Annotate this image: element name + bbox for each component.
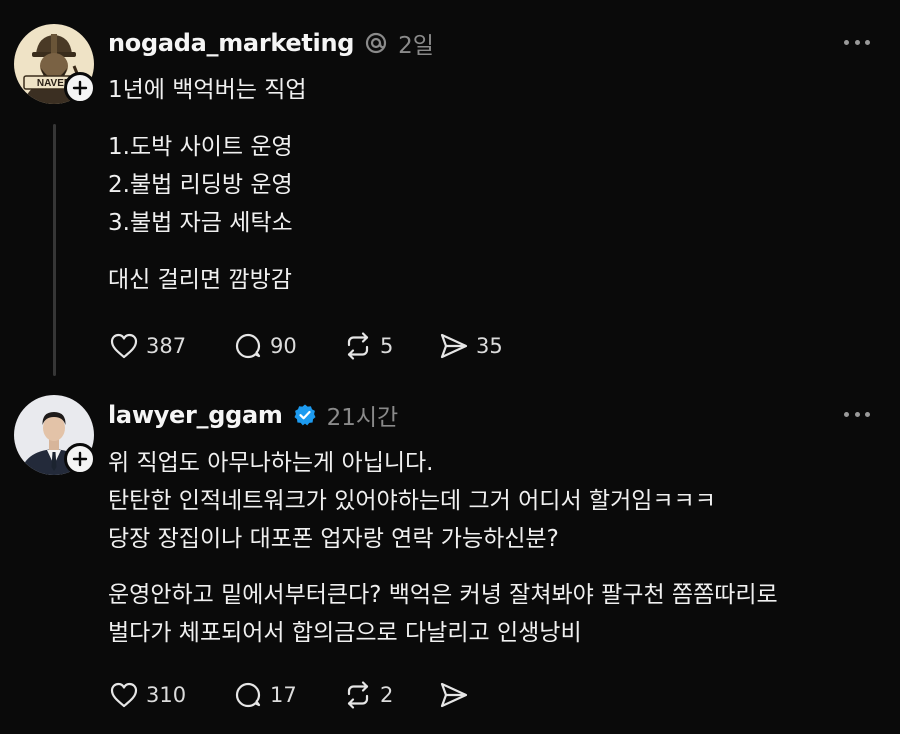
author-avatar-wrap[interactable] xyxy=(14,395,96,475)
like-count: 387 xyxy=(146,334,187,358)
verified-check-icon xyxy=(294,404,316,426)
like-button[interactable]: 387 xyxy=(108,330,232,362)
dot xyxy=(865,411,870,417)
comment-count: 90 xyxy=(270,334,297,358)
heart-icon xyxy=(110,682,138,708)
dot xyxy=(854,411,860,417)
send-icon xyxy=(440,682,468,708)
repost-count: 2 xyxy=(380,683,394,707)
dot xyxy=(844,39,849,45)
dot xyxy=(854,39,860,45)
comment-icon xyxy=(235,333,261,359)
repost-count: 5 xyxy=(380,334,394,358)
follow-plus-button[interactable] xyxy=(64,443,96,475)
post-body: 위 직업도 아무나하는게 아닙니다. 탄탄한 인적네트워크가 있어야하는데 그거… xyxy=(108,444,778,652)
post-line: 2.불법 리딩방 운영 xyxy=(108,172,293,198)
plus-icon xyxy=(72,80,88,96)
post-header: nogada_marketing 2일 xyxy=(108,26,434,60)
post-actions: 310 17 2 xyxy=(108,678,476,712)
post-line: 3.불법 자금 세탁소 xyxy=(108,210,293,236)
post-time[interactable]: 21시간 xyxy=(327,398,399,432)
post-time[interactable]: 2일 xyxy=(398,26,434,60)
post-line: 당장 장집이나 대포폰 업자랑 연락 가능하신분? xyxy=(108,526,559,552)
heart-icon xyxy=(110,333,138,359)
like-button[interactable]: 310 xyxy=(108,679,232,711)
follow-plus-button[interactable] xyxy=(64,72,96,104)
post-nogada-marketing: NAVER nogada_marketing 2일 1년에 백억버는 직업 1.… xyxy=(0,0,900,385)
post-header: lawyer_ggam 21시간 xyxy=(108,398,398,432)
post-actions: 387 90 5 35 xyxy=(108,329,503,363)
post-line: 대신 걸리면 깜방감 xyxy=(108,267,292,293)
post-lawyer-ggam: lawyer_ggam 21시간 위 직업도 아무나하는게 아닙니다. 탄탄한 … xyxy=(0,385,900,734)
repost-button[interactable]: 2 xyxy=(342,679,438,711)
post-body: 1년에 백억버는 직업 1.도박 사이트 운영 2.불법 리딩방 운영 3.불법… xyxy=(108,71,307,299)
comment-button[interactable]: 90 xyxy=(232,330,342,362)
username[interactable]: nogada_marketing xyxy=(108,29,354,57)
share-button[interactable] xyxy=(438,679,476,711)
more-options-button[interactable] xyxy=(844,409,870,419)
author-avatar-wrap[interactable]: NAVER xyxy=(14,24,96,104)
post-line: 탄탄한 인적네트워크가 있어야하는데 그거 어디서 할거임ㅋㅋㅋ xyxy=(108,488,716,514)
threads-icon xyxy=(366,32,387,54)
comment-icon xyxy=(235,682,261,708)
repost-icon xyxy=(347,681,369,709)
comment-button[interactable]: 17 xyxy=(232,679,342,711)
dot xyxy=(865,39,870,45)
post-line: 운영안하고 밑에서부터큰다? 백억은 커녕 잘쳐봐야 팔구천 쫌쫌따리로 xyxy=(108,582,778,608)
post-line: 1.도박 사이트 운영 xyxy=(108,134,293,160)
share-count: 35 xyxy=(476,334,503,358)
post-line: 1년에 백억버는 직업 xyxy=(108,77,307,103)
like-count: 310 xyxy=(146,683,187,707)
username[interactable]: lawyer_ggam xyxy=(108,401,283,429)
thread-connector-line xyxy=(53,124,56,376)
dot xyxy=(844,411,849,417)
share-button[interactable]: 35 xyxy=(438,330,503,362)
comment-count: 17 xyxy=(270,683,297,707)
repost-icon xyxy=(347,332,369,360)
more-options-button[interactable] xyxy=(844,37,870,47)
send-icon xyxy=(440,333,468,359)
post-line: 벌다가 체포되어서 합의금으로 다날리고 인생낭비 xyxy=(108,620,582,646)
plus-icon xyxy=(72,451,88,467)
repost-button[interactable]: 5 xyxy=(342,330,438,362)
post-line: 위 직업도 아무나하는게 아닙니다. xyxy=(108,450,434,476)
